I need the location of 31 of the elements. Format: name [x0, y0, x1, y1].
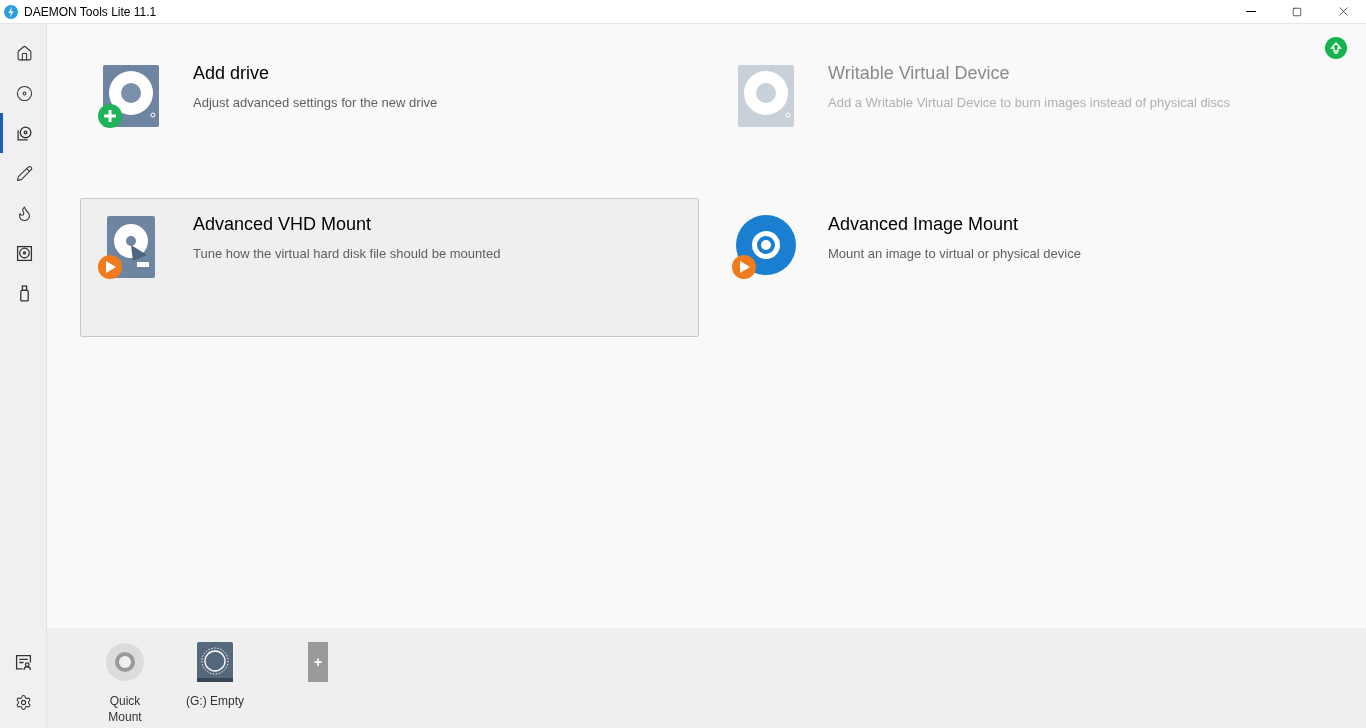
flame-icon: [16, 204, 33, 222]
drive-icon: [197, 642, 233, 682]
update-button[interactable]: [1325, 37, 1347, 59]
settings-icon: [14, 693, 32, 711]
card-title: Advanced VHD Mount: [193, 213, 373, 235]
action-card[interactable]: Add drive Adjust advanced settings for the new drive: [80, 47, 699, 186]
card-description: Mount an image to virtual or physical device: [828, 245, 1081, 263]
action-card[interactable]: Advanced Image Mount Mount an image to virtual or physical device: [715, 198, 1334, 337]
disc-in-frame-icon: [16, 124, 33, 142]
home-icon: [16, 44, 33, 62]
window-title: DAEMON Tools Lite 11.1: [24, 3, 157, 21]
pencil-icon: [16, 164, 33, 182]
disc-icon: [105, 642, 145, 682]
document-user-icon: [14, 653, 32, 671]
card-description: Adjust advanced settings for the new drive: [193, 94, 438, 112]
upload-arrow-icon: [1330, 42, 1342, 54]
card-title: Advanced Image Mount: [828, 213, 1020, 235]
card-description: Tune how the virtual hard disk file should be mounted: [193, 245, 501, 263]
disc-play-icon: [732, 215, 796, 279]
minimize-icon: [1246, 11, 1256, 12]
drive-item[interactable]: Quick Mount: [90, 642, 160, 725]
lightning-logo-icon: [4, 4, 18, 19]
action-card[interactable]: Advanced VHD Mount Tune how the virtual hard disk file should be mounted: [80, 198, 699, 337]
drive-item[interactable]: (G:) Empty: [180, 642, 250, 709]
card-title: Add drive: [193, 62, 271, 84]
card-title: Writable Virtual Device: [828, 62, 1011, 84]
disc-icon: [16, 84, 33, 102]
drive-plus-icon: [97, 64, 161, 128]
card-description: Add a Writable Virtual Device to burn images instead of physical discs: [828, 94, 1230, 112]
restore-icon: [1292, 6, 1302, 17]
disc-in-square-icon: [16, 244, 33, 262]
